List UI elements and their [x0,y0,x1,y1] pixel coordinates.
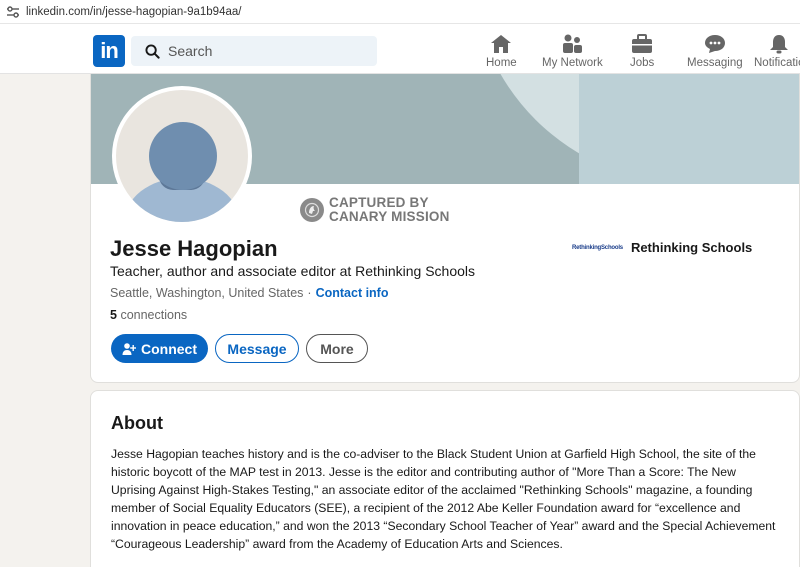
about-title: About [111,413,163,433]
nav-jobs-label: Jobs [630,57,655,69]
profile-name: Jesse Hagopian [110,236,278,261]
browser-url-bar[interactable]: linkedin.com/in/jesse-hagopian-9a1b94aa/ [0,0,800,24]
location-text: Seattle, Washington, United States [110,286,304,300]
add-person-icon [122,342,136,355]
company-name: Rethinking Schools [630,240,753,255]
nav-messaging-label: Messaging [687,57,743,69]
search-icon [145,43,160,59]
connect-button[interactable]: Connect [111,334,208,363]
briefcase-icon [632,34,653,53]
nav-my-network[interactable]: My Network [542,32,603,72]
nav-jobs[interactable]: Jobs [630,32,654,72]
location-separator: · [307,286,312,300]
message-button[interactable]: Message [215,334,299,363]
more-button[interactable]: More [306,334,368,363]
contact-info-link[interactable]: Contact info [316,286,389,300]
nav-my-network-label: My Network [542,57,603,69]
profile-location: Seattle, Washington, United States · Conta… [110,286,389,300]
top-nav: in Home My Network Jobs Messaging Notifi… [0,24,800,74]
connections-label: connections [120,308,188,322]
connections-number: 5 [110,308,117,322]
home-icon [491,35,512,53]
company-logo: RethinkingSchools [572,244,623,251]
canary-seal-icon [300,198,324,222]
search-input[interactable] [168,43,358,59]
linkedin-logo[interactable]: in [93,35,125,67]
about-text: Jesse Hagopian teaches history and is th… [111,447,776,551]
url-text: linkedin.com/in/jesse-hagopian-9a1b94aa/ [26,5,242,18]
current-company[interactable]: RethinkingSchools Rethinking Schools [572,240,752,255]
search-box[interactable] [131,36,377,66]
network-icon [563,34,583,53]
connections-count[interactable]: 5 connections [110,308,187,322]
nav-home[interactable]: Home [486,32,517,72]
stamp-line-1: CAPTURED BY [329,195,429,210]
nav-notifications[interactable]: Notificatio [754,32,800,72]
canary-mission-stamp: CAPTURED BY CANARY MISSION [300,196,450,224]
about-section: About Jesse Hagopian teaches history and… [90,390,800,567]
connect-label: Connect [141,340,197,357]
site-settings-icon[interactable] [6,5,20,18]
nav-messaging[interactable]: Messaging [687,32,743,72]
messaging-icon [704,35,725,53]
bell-icon [770,35,789,54]
profile-headline: Teacher, author and associate editor at … [110,263,476,279]
avatar[interactable] [112,86,252,226]
nav-notifications-label: Notificatio [754,57,800,69]
nav-home-label: Home [486,57,517,69]
stamp-line-2: CANARY MISSION [329,209,450,224]
